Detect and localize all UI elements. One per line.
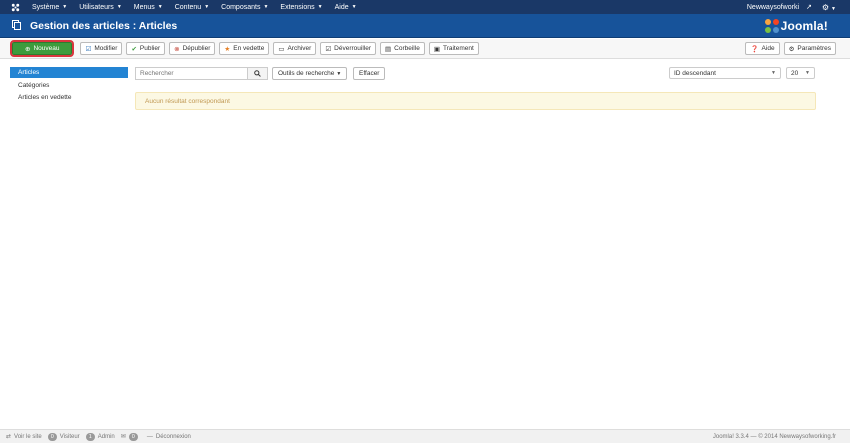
- logout-link[interactable]: — Déconnexion: [147, 434, 191, 440]
- plus-circle-icon: ⊕: [25, 45, 31, 53]
- user-menu[interactable]: ⚙ ▼: [822, 3, 836, 12]
- sidebar: Articles Catégories Articles en vedette: [10, 67, 128, 105]
- menu-system[interactable]: Système ▼: [26, 0, 73, 14]
- menu-menus[interactable]: Menus ▼: [128, 0, 169, 14]
- copyright-text: Joomla! 3.3.4 — © 2014 Newwaysofworking.…: [712, 433, 836, 440]
- menu-help[interactable]: Aide ▼: [329, 0, 363, 14]
- sidebar-item-categories[interactable]: Catégories: [10, 80, 128, 91]
- batch-icon: ▣: [433, 45, 440, 53]
- admins-badge: 1: [85, 432, 95, 441]
- trash-button[interactable]: ▤ Corbeille: [380, 42, 425, 55]
- messages-badge: 0: [128, 432, 138, 441]
- caret-down-icon: ▼: [831, 5, 836, 12]
- site-name-link[interactable]: Newwaysofworki: [747, 4, 799, 11]
- list-limit-select[interactable]: 20 ▼: [786, 67, 815, 79]
- messages-status[interactable]: ✉ 0: [120, 432, 141, 441]
- archive-icon: ▭: [278, 45, 285, 53]
- top-navbar: Système ▼ Utilisateurs ▼ Menus ▼ Contenu ▼ C…: [0, 0, 850, 14]
- trash-icon: ▤: [385, 45, 392, 53]
- sidebar-item-articles[interactable]: Articles: [10, 67, 128, 78]
- gear-icon: ⚙: [788, 45, 795, 53]
- sidebar-item-featured[interactable]: Articles en vedette: [10, 92, 128, 103]
- toolbar-right: ❓ Aide ⚙ Paramètres: [745, 42, 850, 55]
- menu-extensions[interactable]: Extensions ▼: [274, 0, 328, 14]
- menu-content[interactable]: Contenu ▼: [169, 0, 215, 14]
- checkin-button[interactable]: ☑ Déverrouiller: [320, 42, 376, 55]
- caret-down-icon: ▼: [62, 4, 68, 10]
- caret-down-icon: ▼: [317, 4, 323, 10]
- minus-icon: —: [146, 433, 153, 440]
- edit-button[interactable]: ☑ Modifier: [80, 42, 123, 55]
- search-group: [135, 67, 268, 80]
- share-icon: ⇄: [6, 434, 12, 440]
- caret-down-icon: ▼: [771, 70, 776, 76]
- copy-icon: [12, 20, 22, 31]
- joomla-menu-icon[interactable]: [8, 0, 22, 14]
- search-tools-button[interactable]: Outils de recherche ▼: [272, 67, 348, 80]
- help-button[interactable]: ❓ Aide: [745, 42, 780, 55]
- batch-button[interactable]: ▣ Traitement: [428, 42, 479, 55]
- external-link-icon[interactable]: ↗: [806, 3, 812, 11]
- question-circle-icon: ❓: [750, 45, 759, 53]
- joomla-logo[interactable]: Joomla!: [764, 18, 828, 33]
- clear-button[interactable]: Effacer: [353, 67, 386, 80]
- caret-down-icon: ▼: [351, 4, 357, 10]
- caret-down-icon: ▼: [116, 4, 122, 10]
- search-button[interactable]: [247, 67, 268, 80]
- gear-icon: ⚙: [821, 2, 830, 12]
- caret-down-icon: ▼: [336, 70, 342, 77]
- menu-components[interactable]: Composants ▼: [215, 0, 274, 14]
- publish-button[interactable]: ✔ Publier: [126, 42, 166, 55]
- caret-down-icon: ▼: [263, 4, 269, 10]
- feature-button[interactable]: ★ En vedette: [219, 42, 270, 55]
- envelope-icon: ✉: [120, 434, 126, 440]
- menu-users[interactable]: Utilisateurs ▼: [73, 0, 128, 14]
- status-footer: ⇄ Voir le site 0 Visiteur 1 Admin ✉ 0 — Décon…: [0, 429, 850, 443]
- no-results-alert: Aucun résultat correspondant: [135, 92, 816, 110]
- visitors-badge: 0: [47, 432, 57, 441]
- topnav-right: Newwaysofworki ↗ ⚙ ▼: [747, 0, 850, 14]
- caret-down-icon: ▼: [157, 4, 163, 10]
- edit-icon: ☑: [85, 45, 92, 53]
- joomla-logo-text: Joomla!: [780, 18, 828, 33]
- main-menu: Système ▼ Utilisateurs ▼ Menus ▼ Contenu ▼ C…: [26, 0, 363, 14]
- unpublish-button[interactable]: ⊗ Dépublier: [169, 42, 216, 55]
- view-site-link[interactable]: ⇄ Voir le site: [6, 433, 42, 441]
- ordering-select[interactable]: ID descendant ▼: [669, 67, 781, 79]
- star-icon: ★: [224, 45, 231, 53]
- cancel-circle-icon: ⊗: [174, 45, 180, 53]
- joomla-logo-icon: [764, 18, 779, 33]
- options-button[interactable]: ⚙ Paramètres: [783, 42, 836, 55]
- new-button[interactable]: ⊕ Nouveau: [9, 40, 75, 57]
- admins-status: 1 Admin: [85, 432, 115, 441]
- visitors-status: 0 Visiteur: [47, 432, 80, 441]
- page-header: Gestion des articles : Articles Joomla!: [0, 14, 850, 38]
- page-title: Gestion des articles : Articles: [30, 19, 178, 32]
- search-input[interactable]: [135, 67, 247, 80]
- check-icon: ✔: [131, 45, 137, 53]
- toolbar: ⊕ Nouveau ☑ Modifier ✔ Publier ⊗ Dépublier ★…: [0, 39, 850, 59]
- caret-down-icon: ▼: [204, 4, 210, 10]
- archive-button[interactable]: ▭ Archiver: [273, 42, 317, 55]
- checkbox-icon: ☑: [325, 45, 332, 53]
- caret-down-icon: ▼: [805, 70, 810, 76]
- search-icon: [254, 70, 261, 77]
